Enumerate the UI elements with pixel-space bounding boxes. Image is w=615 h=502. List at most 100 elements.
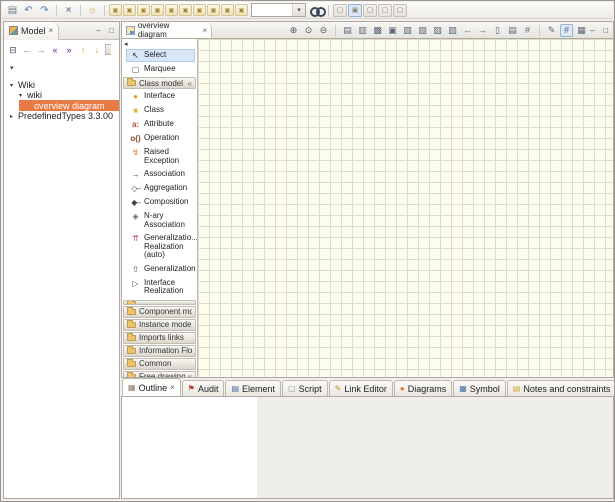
tab-model[interactable]: Model × [4,22,59,40]
development-view-icon[interactable]: ▢ [363,4,377,17]
palette-tool-raised-exception[interactable]: ↯ Raised Exception [126,146,195,167]
diagram-canvas[interactable] [198,39,613,377]
tab-script[interactable]: ▢ Script [282,380,328,396]
quick-search-combo[interactable]: ▾ [251,3,306,17]
tab-overview-diagram[interactable]: overview diagram × [122,22,212,38]
palette-collapse-icon[interactable]: ◂ [122,40,197,49]
close-icon[interactable]: × [49,26,54,35]
modeling-view-icon[interactable]: ▣ [348,4,362,17]
distribute-icon[interactable]: ▨ [446,24,459,37]
workspace-icon[interactable]: ▢ [333,4,347,17]
validate-icon[interactable]: ☼ [85,3,100,17]
palette-tool-select[interactable]: ↖ Select [126,49,195,62]
palette-section-imports-links[interactable]: Imports links [123,332,196,344]
create-class-icon[interactable]: ▣ [123,4,136,16]
tree-item-predefined-types[interactable]: ▸ PredefinedTypes 3.3.00 [4,111,119,121]
expand-arrow-icon[interactable]: ▾ [17,92,24,99]
view-menu-icon[interactable]: ▾ [10,65,14,72]
palette-tool-operation[interactable]: o() Operation [126,132,195,145]
palette-tool-association[interactable]: → Association [126,168,195,181]
move-up-icon[interactable]: ↑ [77,44,89,56]
diagram-properties-icon[interactable]: ▩ [371,24,384,37]
palette-section-common[interactable]: Common [123,358,196,370]
show-related-icon[interactable]: ▧ [401,24,414,37]
expand-arrow-icon[interactable]: ▾ [8,82,15,89]
undo-icon[interactable]: ↶ [21,3,36,17]
create-interface-icon[interactable]: ▣ [137,4,150,16]
create-attribute-icon[interactable]: ▣ [179,4,192,16]
redo-icon[interactable]: ↷ [37,3,52,17]
align-horizontal-icon[interactable]: ▨ [416,24,429,37]
column-layout-icon[interactable]: ▦ [575,24,588,37]
forward-icon[interactable]: → [35,44,47,56]
palette-tool-marquee[interactable]: ▢ Marquee [126,63,195,76]
tab-link-editor[interactable]: ✎ Link Editor [329,380,393,396]
tab-element[interactable]: ▤ Element [225,380,281,396]
fit-to-content-icon[interactable]: ▣ [386,24,399,37]
palette-tool-composition[interactable]: ◆– Composition [126,196,195,209]
close-icon[interactable]: × [170,383,175,392]
grid-visibility-icon[interactable]: # [521,24,534,37]
pin-icon[interactable]: « [188,79,192,88]
link-with-editor-icon[interactable] [105,44,111,56]
collapse-all-icon[interactable]: ⊟ [7,44,19,56]
back-icon[interactable]: ← [21,44,33,56]
palette-section-component-model[interactable]: Component mo... [123,306,196,318]
tab-notes-and-constraints[interactable]: ▤ Notes and constraints [507,380,615,396]
maximize-icon[interactable]: □ [107,26,116,35]
zoom-in-icon[interactable]: ⊕ [287,24,300,37]
palette-section-class-model[interactable]: Class model « [123,77,196,89]
palette-tool-nary-association[interactable]: ◈ N-ary Association [126,210,195,231]
palette-tool-interface[interactable]: ● Interface [126,90,195,103]
close-icon[interactable]: × [202,26,207,35]
tab-symbol[interactable]: ▦ Symbol [453,380,506,396]
combo-dropdown-icon[interactable]: ▾ [292,4,305,16]
pin-icon[interactable]: « [188,372,192,377]
save-diagram-image-icon[interactable]: ▥ [356,24,369,37]
tree-item-wiki-package[interactable]: ▾ wiki [4,90,119,100]
page-layout-icon[interactable]: ▯ [491,24,504,37]
palette-section-partial[interactable] [123,300,196,305]
expand-arrow-icon[interactable]: ▸ [8,113,15,120]
palette-tool-generalization[interactable]: ⇧ Generalization [126,263,195,276]
tree-item-overview-diagram[interactable]: overview diagram [19,100,119,111]
zoom-out-icon[interactable]: ⊖ [317,24,330,37]
previous-diagram-icon[interactable]: ← [461,24,474,37]
tab-diagrams[interactable]: ● Diagrams [394,380,452,396]
palette-section-instance-model[interactable]: Instance model [123,319,196,331]
palette-tool-attribute[interactable]: a: Attribute [126,118,195,131]
tab-outline[interactable]: ▦ Outline × [122,378,181,396]
move-down-icon[interactable]: ↓ [91,44,103,56]
next-diagram-icon[interactable]: → [476,24,489,37]
align-vertical-icon[interactable]: ▧ [431,24,444,37]
create-association-icon[interactable]: ▣ [207,4,220,16]
save-icon[interactable]: ▤ [5,3,20,17]
print-icon[interactable]: ▤ [341,24,354,37]
minimize-icon[interactable]: – [94,26,103,35]
create-generalization-icon[interactable]: ▣ [221,4,234,16]
palette-section-information-flows[interactable]: Information Flo... [123,345,196,357]
snap-to-grid-icon[interactable]: # [560,24,573,37]
diagram-list-icon[interactable]: ▢ [393,4,407,17]
minimize-icon[interactable]: – [588,26,597,35]
quick-search-input[interactable] [252,4,292,16]
tree-item-wiki-project[interactable]: ▾ Wiki [4,80,119,90]
palette-tool-generalization-auto[interactable]: ⇈ Generalizatio... Realization (auto) [126,232,195,262]
create-operation-icon[interactable]: ▣ [193,4,206,16]
search-binoculars-icon[interactable] [309,4,324,17]
create-package-icon[interactable]: ▣ [109,4,122,16]
table-icon[interactable]: ▤ [506,24,519,37]
maximize-icon[interactable]: □ [601,26,610,35]
palette-section-free-drawing[interactable]: Free drawing « [123,371,196,378]
zoom-actual-icon[interactable]: ⊙ [302,24,315,37]
create-note-icon[interactable]: ▣ [235,4,248,16]
documentation-view-icon[interactable]: ▢ [378,4,392,17]
previous-selection-icon[interactable]: « [49,44,61,56]
delete-icon[interactable]: × [61,3,76,17]
next-selection-icon[interactable]: » [63,44,75,56]
edit-mode-icon[interactable]: ✎ [545,24,558,37]
palette-tool-class[interactable]: ■ Class [126,104,195,117]
palette-tool-interface-realization[interactable]: ▷ Interface Realization [126,277,195,298]
palette-tool-aggregation[interactable]: ◇– Aggregation [126,182,195,195]
create-enumeration-icon[interactable]: ▣ [165,4,178,16]
